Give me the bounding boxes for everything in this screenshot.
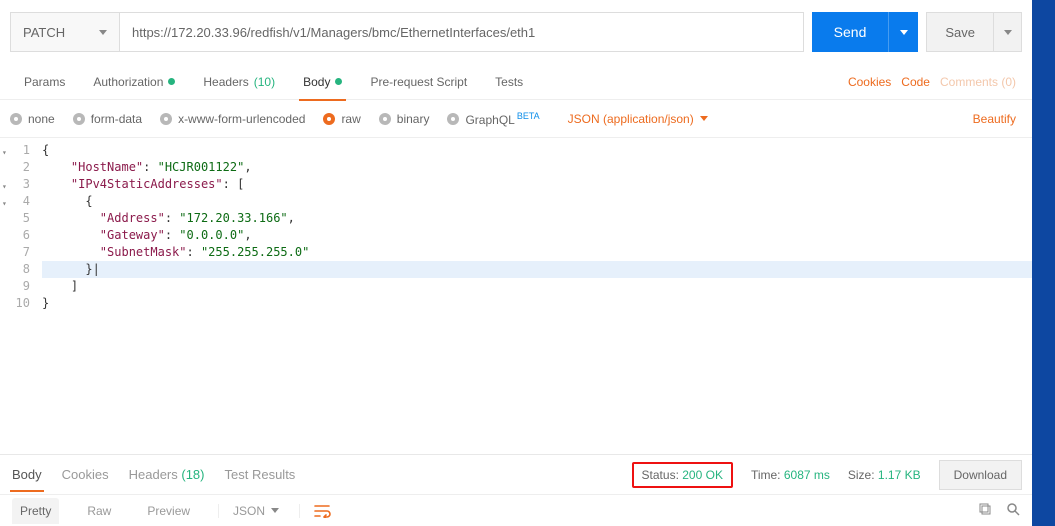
response-lang-select[interactable]: JSON [218,504,279,518]
chevron-down-icon [99,30,107,35]
save-dropdown-button[interactable] [994,12,1022,52]
body-type-binary[interactable]: binary [379,112,430,126]
body-type-formdata[interactable]: form-data [73,112,142,126]
radio-icon [447,113,459,125]
status-dot-icon [335,78,342,85]
tab-prerequest[interactable]: Pre-request Script [356,64,481,100]
send-dropdown-button[interactable] [888,12,918,52]
save-button[interactable]: Save [926,12,994,52]
url-input[interactable] [120,12,804,52]
http-method-select[interactable]: PATCH [10,12,120,52]
response-size: Size: 1.17 KB [848,468,921,482]
status-badge: Status: 200 OK [632,462,733,488]
response-time: Time: 6087 ms [751,468,830,482]
tab-params[interactable]: Params [10,64,79,100]
tab-body[interactable]: Body [289,64,356,100]
cookies-link[interactable]: Cookies [848,75,891,89]
copy-icon[interactable] [978,502,992,519]
body-type-none[interactable]: none [10,112,55,126]
code-content: { "HostName": "HCJR001122", "IPv4StaticA… [36,138,1032,454]
tab-authorization[interactable]: Authorization [79,64,189,100]
chevron-down-icon [900,30,908,35]
format-preview[interactable]: Preview [139,498,198,524]
radio-icon [160,113,172,125]
radio-icon [323,113,335,125]
send-button[interactable]: Send [812,12,889,52]
http-method-value: PATCH [23,25,65,40]
line-gutter: 1▾23▾4▾5678910 [0,138,36,454]
radio-icon [73,113,85,125]
format-raw[interactable]: Raw [79,498,119,524]
response-tab-body[interactable]: Body [10,457,44,492]
tab-tests[interactable]: Tests [481,64,537,100]
response-tab-test-results[interactable]: Test Results [223,457,298,492]
chevron-down-icon [271,508,279,513]
content-type-select[interactable]: JSON (application/json) [568,112,708,126]
chevron-down-icon [1004,30,1012,35]
radio-icon [10,113,22,125]
beautify-link[interactable]: Beautify [973,112,1022,126]
download-button[interactable]: Download [939,460,1022,490]
radio-icon [379,113,391,125]
tab-headers[interactable]: Headers (10) [189,64,289,100]
code-link[interactable]: Code [901,75,930,89]
status-dot-icon [168,78,175,85]
body-type-graphql[interactable]: GraphQLBETA [447,111,539,127]
body-type-urlencoded[interactable]: x-www-form-urlencoded [160,112,305,126]
comments-link[interactable]: Comments (0) [940,75,1016,89]
format-pretty[interactable]: Pretty [12,498,59,524]
right-sidebar [1032,0,1055,526]
body-type-raw[interactable]: raw [323,112,360,126]
line-wrap-icon[interactable] [299,504,332,518]
response-tab-cookies[interactable]: Cookies [60,457,111,492]
response-tab-headers[interactable]: Headers (18) [127,457,207,492]
chevron-down-icon [700,116,708,121]
search-icon[interactable] [1006,502,1020,519]
request-body-editor[interactable]: 1▾23▾4▾5678910 { "HostName": "HCJR001122… [0,138,1032,454]
